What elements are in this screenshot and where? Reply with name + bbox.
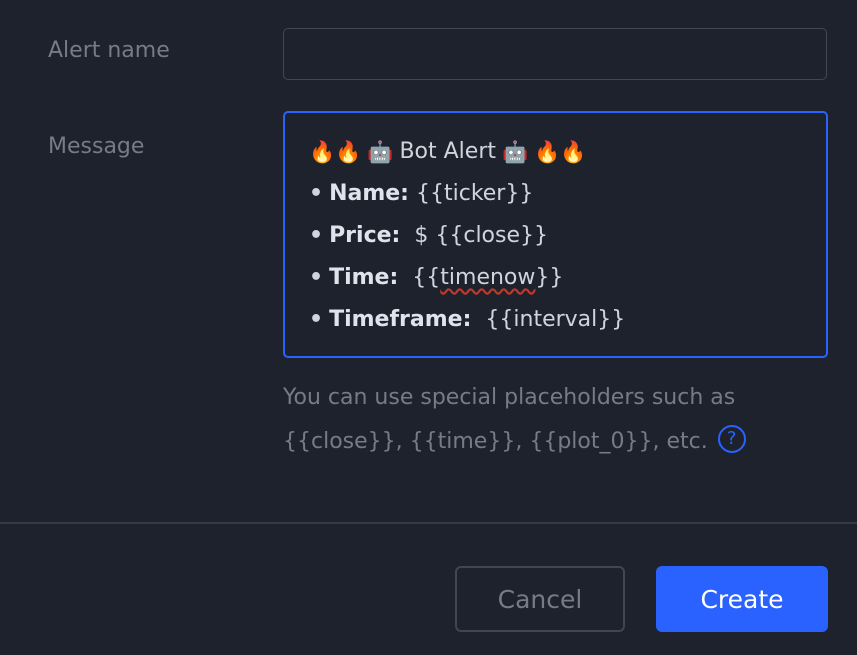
message-title-text: Bot Alert bbox=[399, 139, 496, 164]
message-value: {{interval}} bbox=[485, 307, 626, 332]
hint-line-2-text: {{close}}, {{time}}, {{plot_0}}, etc. bbox=[283, 429, 708, 454]
message-key: Time bbox=[329, 265, 390, 290]
message-key: Price bbox=[329, 223, 392, 248]
create-button[interactable]: Create bbox=[656, 566, 828, 632]
message-sep: : bbox=[389, 265, 399, 290]
alert-name-input[interactable] bbox=[283, 28, 827, 80]
fire-icon: 🔥🔥 bbox=[534, 140, 587, 164]
footer-divider bbox=[0, 522, 857, 524]
message-line-time: • Time: {{timenow}} bbox=[309, 257, 802, 299]
bullet: • bbox=[309, 307, 324, 332]
bullet: • bbox=[309, 223, 324, 248]
bullet: • bbox=[309, 265, 324, 290]
message-sep: : bbox=[400, 181, 409, 206]
alert-name-label: Alert name bbox=[48, 38, 170, 63]
question-circle-icon[interactable]: ? bbox=[717, 425, 746, 453]
message-line-name: • Name: {{ticker}} bbox=[309, 173, 802, 215]
message-value: {{ticker}} bbox=[415, 181, 534, 206]
robot-icon: 🤖 bbox=[367, 140, 394, 164]
message-key: Timeframe bbox=[329, 307, 463, 332]
message-sep: : bbox=[462, 307, 472, 332]
message-key: Name bbox=[329, 181, 401, 206]
placeholder-hint: You can use special placeholders such as… bbox=[283, 376, 803, 464]
robot-icon: 🤖 bbox=[502, 140, 529, 164]
message-line-price: • Price: $ {{close}} bbox=[309, 215, 802, 257]
hint-line-2: {{close}}, {{time}}, {{plot_0}}, etc.? bbox=[283, 420, 803, 464]
message-value-suffix: }} bbox=[535, 265, 564, 290]
message-title-line: 🔥🔥 🤖 Bot Alert 🤖 🔥🔥 bbox=[309, 131, 802, 173]
fire-icon: 🔥🔥 bbox=[309, 140, 362, 164]
message-line-timeframe: • Timeframe: {{interval}} bbox=[309, 299, 802, 341]
cancel-button[interactable]: Cancel bbox=[455, 566, 625, 632]
message-value: $ {{close}} bbox=[414, 223, 549, 248]
message-textarea[interactable]: 🔥🔥 🤖 Bot Alert 🤖 🔥🔥 • Name: {{ticker}} • P… bbox=[283, 111, 828, 358]
spellcheck-word: timenow bbox=[440, 265, 536, 290]
create-alert-dialog: Alert name Message 🔥🔥 🤖 Bot Alert 🤖 🔥🔥 •… bbox=[0, 0, 857, 655]
message-sep: : bbox=[391, 223, 401, 248]
bullet: • bbox=[309, 181, 324, 206]
message-value-prefix: {{ bbox=[412, 265, 441, 290]
hint-line-1: You can use special placeholders such as bbox=[283, 385, 736, 410]
message-label: Message bbox=[48, 134, 145, 159]
